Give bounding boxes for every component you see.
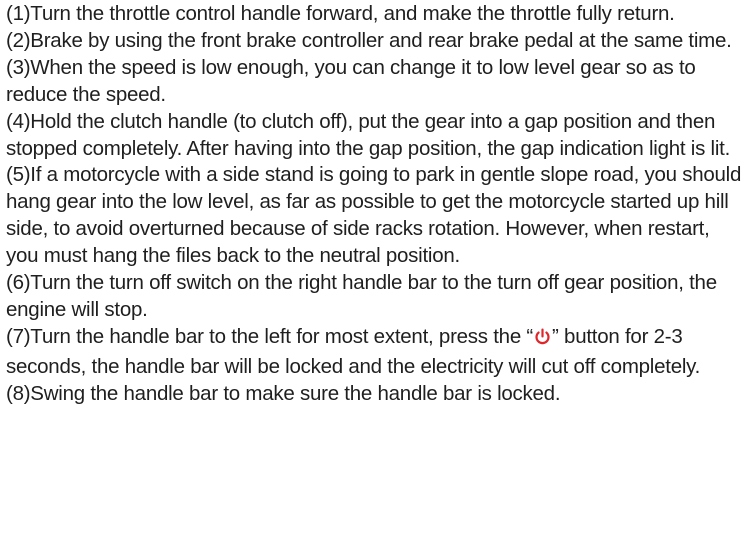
step-4: (4)Hold the clutch handle (to clutch off… <box>6 109 731 160</box>
instruction-document: (1)Turn the throttle control handle forw… <box>0 0 743 552</box>
power-icon <box>534 327 551 354</box>
step-7-text-before: (7)Turn the handle bar to the left for m… <box>6 324 534 348</box>
step-7: (7)Turn the handle bar to the left for m… <box>6 324 743 381</box>
step-8: (8)Swing the handle bar to make sure the… <box>6 381 561 405</box>
step-2: (2)Brake by using the front brake contro… <box>6 28 732 52</box>
step-5: (5)If a motorcycle with a side stand is … <box>6 163 742 268</box>
step-1: (1)Turn the throttle control handle forw… <box>6 2 675 25</box>
step-6: (6)Turn the turn off switch on the right… <box>6 271 717 321</box>
step-3: (3)When the speed is low enough, you can… <box>6 55 696 106</box>
